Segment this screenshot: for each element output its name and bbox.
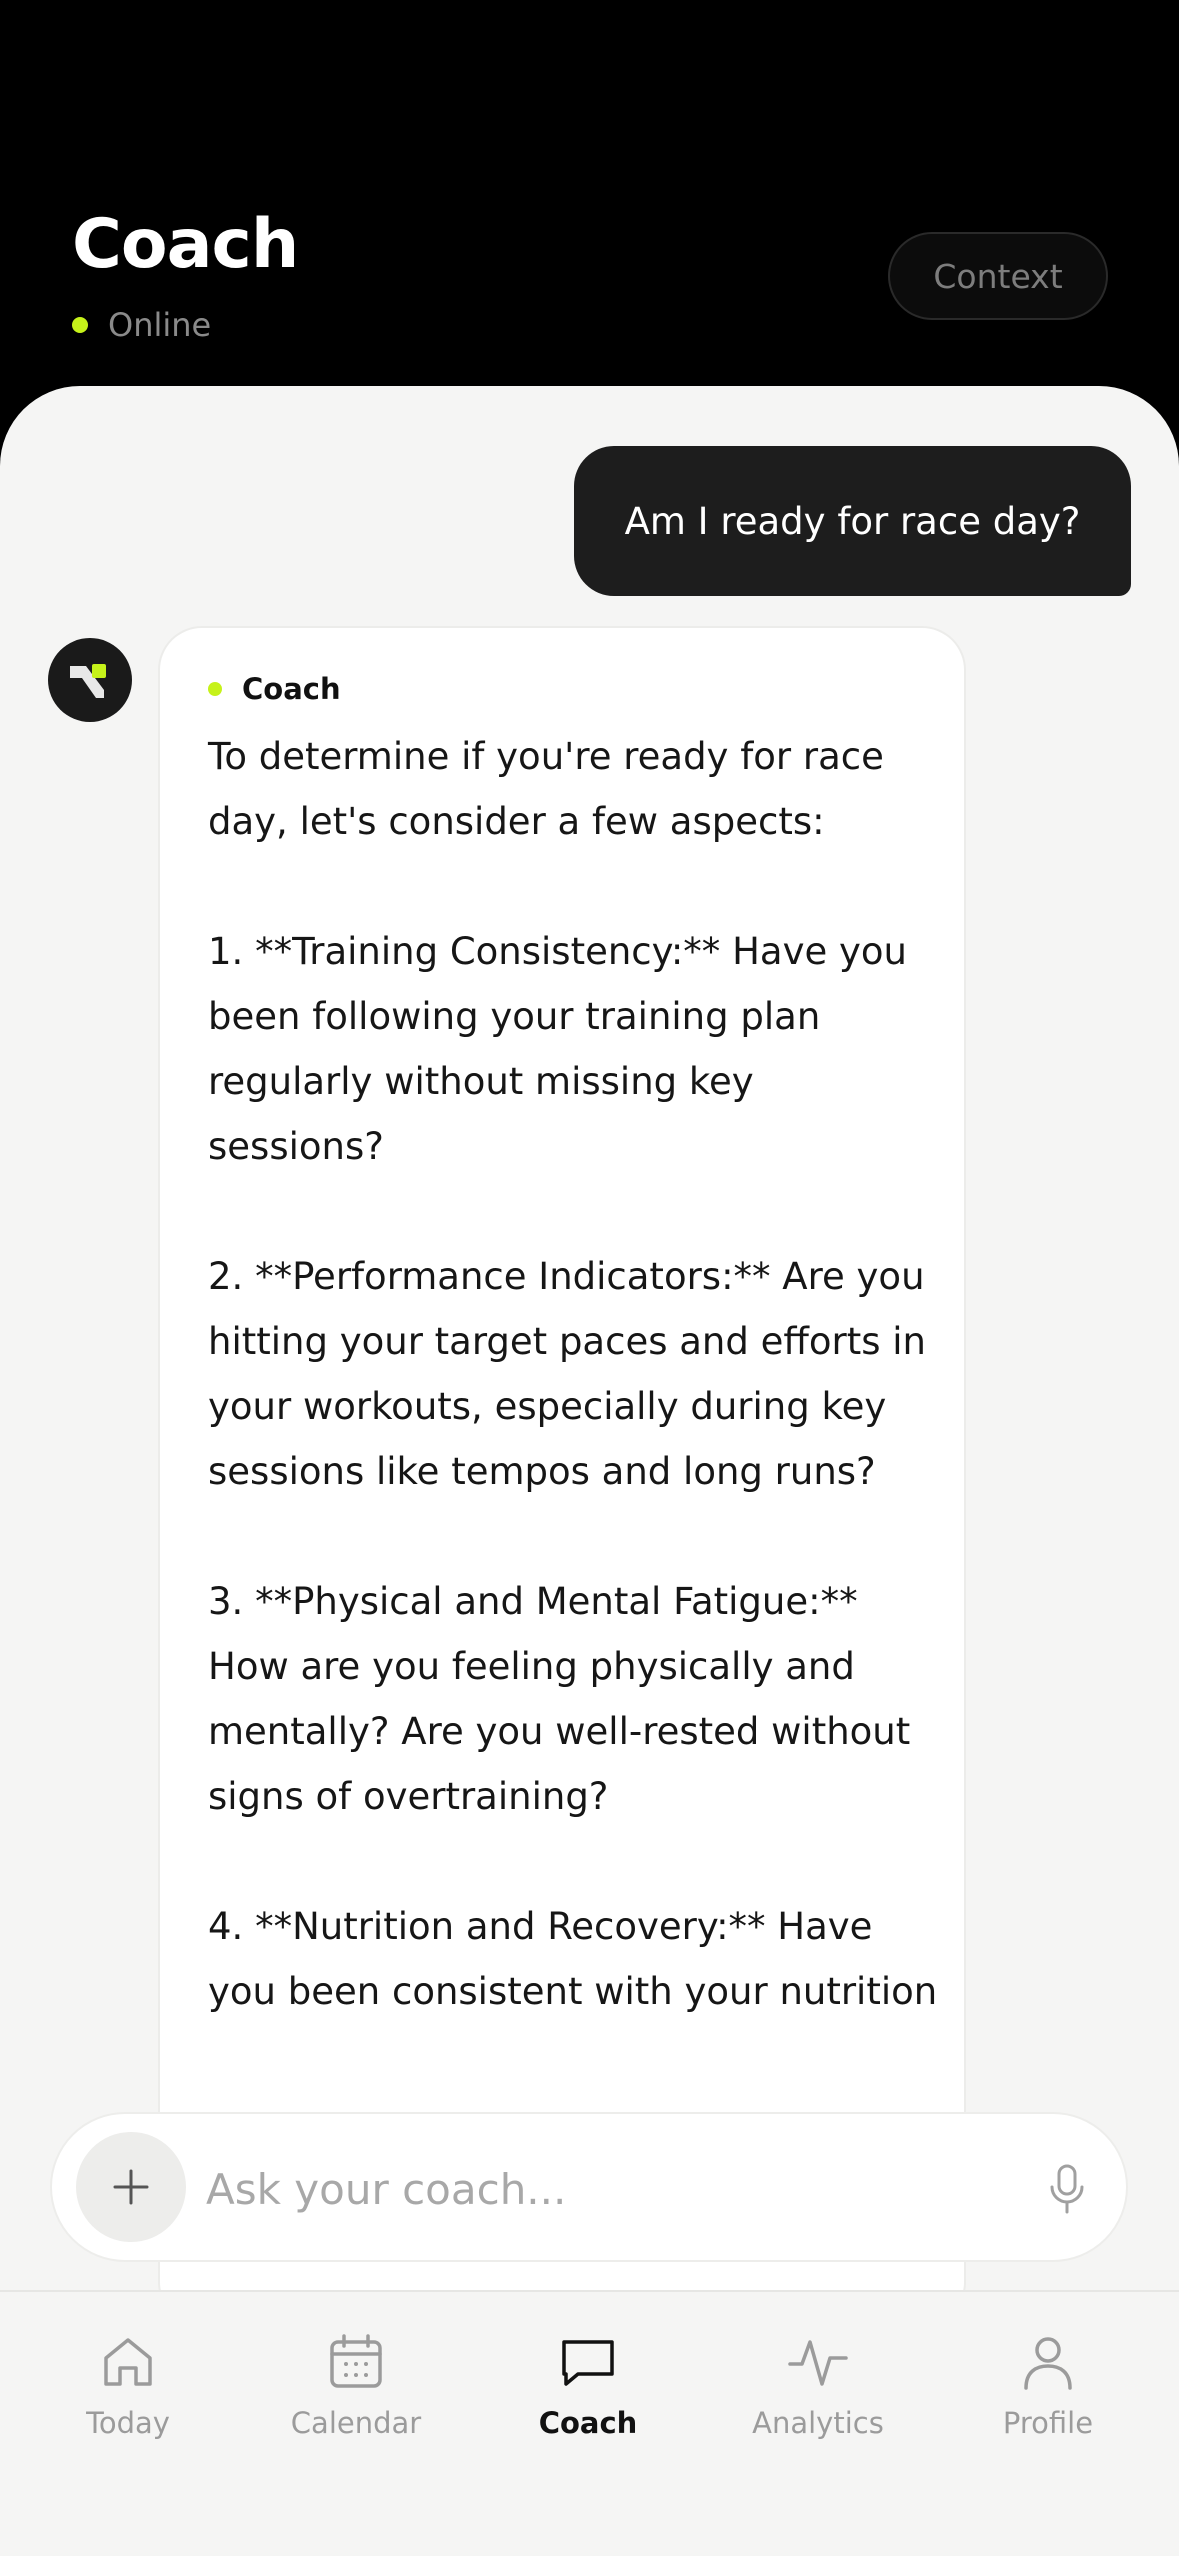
tab-label: Coach <box>538 2406 638 2440</box>
tab-today[interactable]: Today <box>28 2332 228 2462</box>
message-input[interactable] <box>206 2154 966 2224</box>
message-composer <box>50 2112 1128 2262</box>
home-icon <box>104 2338 152 2386</box>
tab-label: Analytics <box>752 2406 884 2440</box>
page-title: Coach <box>72 205 299 284</box>
coach-sender-label: Coach <box>242 672 341 706</box>
microphone-button[interactable] <box>1032 2152 1102 2226</box>
tab-calendar[interactable]: Calendar <box>256 2332 456 2462</box>
person-icon <box>1024 2337 1072 2390</box>
coach-message-text: To determine if you're ready for race da… <box>208 735 938 2013</box>
user-message-text: Am I ready for race day? <box>624 499 1081 543</box>
activity-icon <box>788 2340 848 2386</box>
calendar-icon <box>330 2334 382 2388</box>
microphone-icon <box>1050 2164 1084 2214</box>
tab-profile[interactable]: Profile <box>948 2332 1148 2462</box>
tab-coach[interactable]: Coach <box>488 2332 688 2462</box>
bottom-tab-bar: Today Calendar Coach Analytics Profile <box>0 2290 1179 2556</box>
tab-label: Profile <box>1002 2406 1094 2440</box>
add-attachment-button[interactable] <box>76 2132 186 2242</box>
tab-analytics[interactable]: Analytics <box>718 2332 918 2462</box>
coach-dot-icon <box>208 682 222 696</box>
plus-icon <box>113 2169 149 2205</box>
header: Coach Online Context <box>0 0 1179 420</box>
coach-logo-icon <box>70 664 106 698</box>
coach-message-bubble: Coach To determine if you're ready for r… <box>158 626 966 2290</box>
status-dot-icon <box>72 317 88 333</box>
online-status: Online <box>72 306 211 344</box>
user-message-bubble: Am I ready for race day? <box>574 446 1131 596</box>
coach-message-header: Coach <box>208 672 341 706</box>
coach-avatar <box>48 638 132 722</box>
chat-area[interactable]: Am I ready for race day? Coach To determ… <box>0 386 1179 2290</box>
status-text: Online <box>108 306 212 344</box>
tab-label: Today <box>86 2406 170 2440</box>
tab-label: Calendar <box>290 2406 422 2440</box>
context-button[interactable]: Context <box>888 232 1108 320</box>
chat-icon <box>562 2340 614 2386</box>
